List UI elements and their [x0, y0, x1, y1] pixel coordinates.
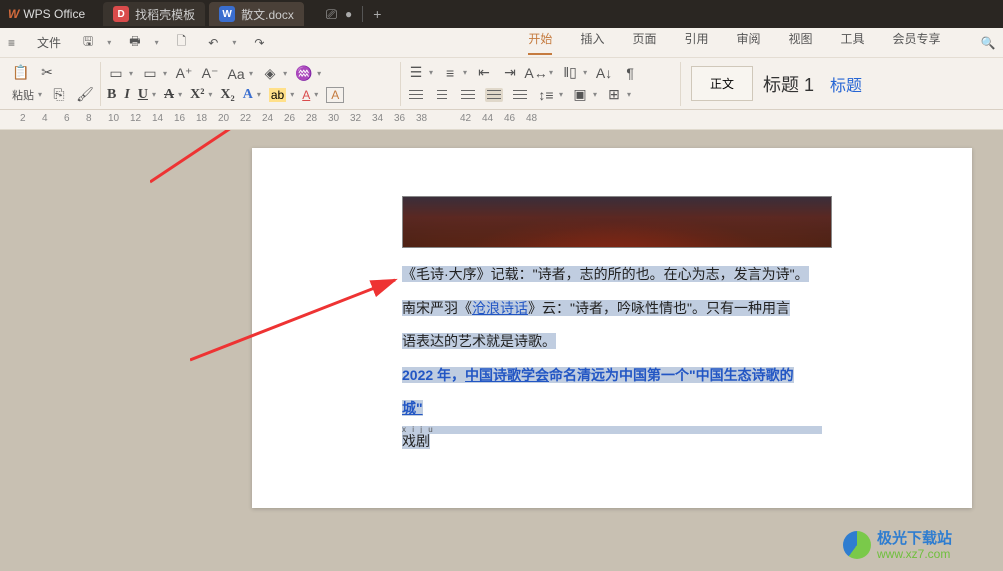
chevron-down-icon[interactable]: ▾: [155, 38, 159, 47]
bullets-icon[interactable]: ☰: [407, 64, 425, 82]
hamburger-icon[interactable]: ≡: [4, 34, 19, 52]
watermark: 极光下载站 www.xz7.com: [843, 525, 1003, 571]
align-left-icon[interactable]: [407, 88, 425, 102]
app-logo-icon: W: [8, 7, 19, 21]
text-selected[interactable]: 《毛诗·大序》记载："诗者，志的所的也。在心为志，发言为诗"。: [402, 266, 809, 282]
tab-home[interactable]: 开始: [528, 30, 552, 55]
shading-icon[interactable]: ▣: [571, 86, 589, 104]
change-case-icon[interactable]: Aa: [227, 65, 245, 83]
menubar: ≡ 文件 🖫 ▾ 🖶 ▾ 🗋 ↶ ▾ ↷ 开始 插入 页面 引用 审阅 视图 工…: [0, 28, 1003, 58]
text-drama[interactable]: 戏剧: [402, 433, 430, 449]
format-painter-icon[interactable]: 🖌: [76, 86, 94, 104]
chevron-down-icon[interactable]: ▾: [232, 38, 236, 47]
watermark-title: 极光下载站: [877, 527, 952, 548]
style-normal[interactable]: 正文: [691, 66, 753, 101]
tab-review[interactable]: 审阅: [736, 30, 760, 55]
fontcolor-button[interactable]: A: [302, 88, 310, 102]
watermark-url: www.xz7.com: [877, 547, 950, 561]
increase-font-icon[interactable]: A⁺: [175, 65, 193, 83]
numbering-icon[interactable]: ≡: [441, 64, 459, 82]
document-page[interactable]: 《毛诗·大序》记载："诗者，志的所的也。在心为志，发言为诗"。 南宋严羽《沧浪诗…: [252, 148, 972, 508]
tab-view[interactable]: 视图: [789, 30, 813, 55]
paste-icon[interactable]: 📋: [12, 64, 30, 82]
tab-document-active[interactable]: W 散文.docx: [209, 2, 304, 26]
word-icon: W: [219, 6, 235, 22]
clear-format-icon[interactable]: ◈: [261, 65, 279, 83]
show-marks-icon[interactable]: ¶: [621, 64, 639, 82]
print-icon[interactable]: 🖶: [125, 30, 144, 55]
ribbon: 📋 ✂ 粘贴▾ ⎘ 🖌 ▭▾ ▭▾ A⁺ A⁻ Aa▾ ◈▾ ♒▾ B I U▾…: [0, 58, 1003, 110]
tab-reference[interactable]: 引用: [684, 30, 708, 55]
tab-label: 散文.docx: [241, 6, 294, 23]
tab-insert[interactable]: 插入: [580, 30, 604, 55]
redo-icon[interactable]: ↷: [250, 34, 268, 52]
monitor-icon[interactable]: ⎚: [326, 6, 337, 23]
tab-page[interactable]: 页面: [632, 30, 656, 55]
fontsize-dropdown[interactable]: ▭: [141, 65, 159, 83]
document-body[interactable]: 《毛诗·大序》记载："诗者，志的所的也。在心为志，发言为诗"。 南宋严羽《沧浪诗…: [402, 258, 822, 448]
superscript-button[interactable]: X²: [190, 87, 204, 103]
horizontal-ruler[interactable]: 10 8 6 4 2 2 4 6 8 10 12 14 16 18 20 22 …: [0, 110, 1003, 130]
strike-button[interactable]: A: [164, 87, 174, 103]
copy-icon[interactable]: ⎘: [50, 86, 68, 104]
highlight-button[interactable]: ab: [269, 88, 286, 102]
indent-inc-icon[interactable]: ⇥: [501, 64, 519, 82]
dot-icon: ●: [345, 7, 352, 21]
preview-icon[interactable]: 🗋: [173, 30, 191, 55]
line-spacing-icon[interactable]: ↕≡: [537, 86, 555, 104]
hyperlink-canglang[interactable]: 沧浪诗话: [472, 300, 528, 316]
indent-dec-icon[interactable]: ⇤: [475, 64, 493, 82]
align-justify-icon[interactable]: [485, 88, 503, 102]
fontcolor2-button[interactable]: A: [243, 87, 253, 103]
tab-tools[interactable]: 工具: [841, 30, 865, 55]
bold-button[interactable]: B: [107, 87, 116, 103]
char-border-button[interactable]: A: [326, 87, 344, 103]
align-distribute-icon[interactable]: [511, 88, 529, 102]
tab-templates[interactable]: D 找稻壳模板: [103, 2, 205, 26]
align-center-icon[interactable]: [433, 88, 451, 102]
watermark-logo-icon: [843, 531, 871, 559]
ribbon-tabs: 开始 插入 页面 引用 审阅 视图 工具 会员专享: [528, 30, 940, 55]
clipboard-group: 📋 ✂ 粘贴▾ ⎘ 🖌: [6, 62, 101, 106]
paste-label[interactable]: 粘贴: [12, 87, 34, 103]
template-icon: D: [113, 6, 129, 22]
style-heading[interactable]: 标题: [824, 64, 868, 104]
underline-button[interactable]: U: [138, 87, 148, 103]
style-heading1[interactable]: 标题 1: [753, 63, 824, 105]
page-area[interactable]: 《毛诗·大序》记载："诗者，志的所的也。在心为志，发言为诗"。 南宋严羽《沧浪诗…: [0, 130, 1003, 571]
new-tab-button[interactable]: +: [373, 6, 381, 22]
tab-label: 找稻壳模板: [135, 6, 195, 23]
align-right-icon[interactable]: [459, 88, 477, 102]
font-group: ▭▾ ▭▾ A⁺ A⁻ Aa▾ ◈▾ ♒▾ B I U▾ A▾ X²▾ X₂ A…: [101, 62, 401, 106]
undo-icon[interactable]: ↶: [204, 34, 222, 52]
phonetic-icon[interactable]: ♒: [295, 65, 313, 83]
divider: [362, 6, 363, 22]
document-image[interactable]: [402, 196, 832, 248]
italic-button[interactable]: I: [124, 87, 129, 103]
tab-member[interactable]: 会员专享: [893, 30, 941, 55]
char-scale-icon[interactable]: A↔: [527, 64, 545, 82]
app-name: WPS Office: [23, 7, 85, 21]
subscript-button[interactable]: X₂: [220, 87, 234, 103]
hyperlink-poetry-society[interactable]: 中国诗歌学会: [465, 367, 549, 383]
cut-icon[interactable]: ✂: [38, 64, 56, 82]
save-icon[interactable]: 🖫: [79, 30, 97, 55]
asian-layout-icon[interactable]: ‖▯: [561, 64, 579, 82]
styles-group: 正文 标题 1 标题: [681, 63, 868, 105]
ruby-text: x i j u: [402, 426, 822, 434]
titlebar: W WPS Office D 找稻壳模板 W 散文.docx ⎚ ● +: [0, 0, 1003, 28]
search-icon[interactable]: 🔍: [981, 36, 996, 50]
fontname-dropdown[interactable]: ▭: [107, 65, 125, 83]
paragraph-group: ☰▾ ≡▾ ⇤ ⇥ A↔▾ ‖▯▾ A↓ ¶ ↕≡▾ ▣▾ ⊞▾: [401, 62, 681, 106]
file-menu[interactable]: 文件: [33, 32, 65, 53]
decrease-font-icon[interactable]: A⁻: [201, 65, 219, 83]
sort-icon[interactable]: A↓: [595, 64, 613, 82]
chevron-down-icon[interactable]: ▾: [107, 38, 111, 47]
borders-icon[interactable]: ⊞: [605, 86, 623, 104]
